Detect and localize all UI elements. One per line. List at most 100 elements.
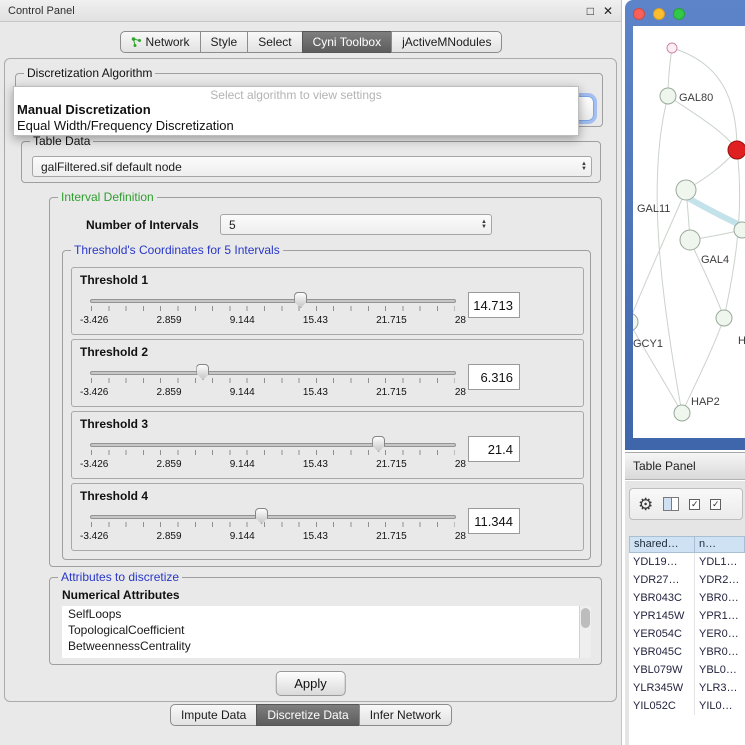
tab-cyni-toolbox[interactable]: Cyni Toolbox [302,31,392,53]
slider-track[interactable] [90,515,456,519]
group-title: Interval Definition [58,190,157,204]
node-table: shared… n… YDL19…YDL1… YDR27…YDR2… YBR04… [629,536,745,745]
network-node[interactable] [676,180,696,200]
table-row[interactable]: YBR045CYBR0… [629,643,745,661]
slider-scale: -3.4262.8599.14415.4321.71528 [80,315,466,326]
network-node-selected[interactable] [728,141,745,159]
table-data-combobox[interactable]: galFiltered.sif default node ▲▼ [32,156,592,177]
table-row[interactable]: YLR345WYLR3… [629,679,745,697]
table-row[interactable]: YPR145WYPR1… [629,607,745,625]
group-title: Attributes to discretize [58,570,182,584]
threshold-slider[interactable] [90,290,456,312]
column-header[interactable]: n… [695,536,745,553]
threshold-label: Threshold 4 [80,489,148,503]
close-icon[interactable]: ✕ [603,4,613,18]
table-header-row: shared… n… [629,536,745,553]
interval-definition-group: Interval Definition Number of Intervals … [49,197,602,567]
thresholds-group: Threshold's Coordinates for 5 Intervals … [62,250,591,560]
minimize-window-button[interactable] [653,8,665,20]
group-title: Threshold's Coordinates for 5 Intervals [71,243,283,257]
threshold-slider[interactable] [90,362,456,384]
threshold-panel: Threshold 1 -3.4262.8599.14415.4321.7152… [71,267,584,335]
slider-ticks [91,450,455,455]
slider-ticks [91,306,455,311]
network-node[interactable] [674,405,690,421]
table-row[interactable]: YBR043CYBR0… [629,589,745,607]
group-title: Table Data [30,134,93,148]
close-window-button[interactable] [633,8,645,20]
slider-scale: -3.4262.8599.14415.4321.71528 [80,459,466,470]
top-tabbar: Network Style Select Cyni Toolbox jActiv… [0,31,622,53]
attribute-list[interactable]: SelfLoops TopologicalCoefficient Between… [62,606,591,658]
gear-icon[interactable]: ⚙ [638,496,653,513]
threshold-value-field[interactable]: 21.4 [468,436,520,462]
checkbox-icon[interactable]: ✓ [710,499,721,510]
table-panel-title: Table Panel [633,459,696,473]
table-row[interactable]: YIL052CYIL0… [629,697,745,715]
scrollbar-thumb[interactable] [581,608,590,628]
combobox-value: galFiltered.sif default node [41,160,182,174]
tab-discretize-data[interactable]: Discretize Data [256,704,359,726]
threshold-slider[interactable] [90,434,456,456]
threshold-slider[interactable] [90,506,456,528]
zoom-window-button[interactable] [673,8,685,20]
tab-style[interactable]: Style [200,31,249,53]
threshold-value-field[interactable]: 6.316 [468,364,520,390]
list-item[interactable]: TopologicalCoefficient [62,622,591,638]
network-canvas[interactable]: GAL80 GAL11 GAL4 GCY1 HAP2 H [633,26,745,438]
table-row[interactable]: YDR27…YDR2… [629,571,745,589]
slider-track[interactable] [90,443,456,447]
threshold-panel: Threshold 4 -3.4262.8599.14415.4321.7152… [71,483,584,551]
num-intervals-combobox[interactable]: 5 ▲▼ [220,214,492,235]
slider-track[interactable] [90,299,456,303]
network-node[interactable] [667,43,677,53]
table-row[interactable]: YDL19…YDL1… [629,553,745,571]
dropdown-option[interactable]: Equal Width/Frequency Discretization [14,118,578,134]
tab-impute-data[interactable]: Impute Data [170,704,257,726]
tab-label: Network [146,35,190,49]
table-row[interactable]: YBL079WYBL0… [629,661,745,679]
slider-track[interactable] [90,371,456,375]
network-node[interactable] [680,230,700,250]
threshold-label: Threshold 3 [80,417,148,431]
network-node[interactable] [716,310,732,326]
stepper-icon: ▲▼ [481,220,487,230]
panel-title: Control Panel [8,5,75,17]
threshold-label: Threshold 2 [80,345,148,359]
list-item[interactable]: BetweennessCentrality [62,638,591,654]
list-item[interactable]: SelfLoops [62,606,591,622]
tab-select[interactable]: Select [247,31,302,53]
dropdown-option[interactable]: Manual Discretization [14,102,578,118]
apply-button[interactable]: Apply [275,671,346,696]
threshold-value-field[interactable]: 14.713 [468,292,520,318]
table-row[interactable]: YER054CYER0… [629,625,745,643]
tab-infer-network[interactable]: Infer Network [359,704,452,726]
dropdown-prompt: Select algorithm to view settings [14,87,578,102]
checkbox-icon[interactable]: ✓ [689,499,700,510]
stepper-icon: ▲▼ [581,162,587,172]
tab-network[interactable]: Network [120,31,201,53]
node-label: H [738,335,745,347]
group-title: Discretization Algorithm [24,66,155,80]
threshold-value-field[interactable]: 11.344 [468,508,520,534]
slider-scale: -3.4262.8599.14415.4321.71528 [80,531,466,542]
slider-ticks [91,522,455,527]
tab-jactivemnodules[interactable]: jActiveMNodules [391,31,502,53]
network-node[interactable] [660,88,676,104]
columns-icon[interactable] [663,497,679,511]
attributes-group: Attributes to discretize Numerical Attri… [49,577,602,665]
float-icon[interactable]: □ [587,4,594,18]
network-node[interactable] [734,222,745,238]
table-panel-body: ⚙ ✓ ✓ shared… n… YDL19…YDL1… YDR27…YDR2…… [625,481,745,745]
num-intervals-label: Number of Intervals [86,218,199,232]
network-node[interactable] [633,313,638,331]
table-toolbar: ⚙ ✓ ✓ [629,488,743,520]
column-header[interactable]: shared… [629,536,695,553]
numerical-attributes-heading: Numerical Attributes [62,588,180,602]
network-icon [131,37,142,48]
table-data-group: Table Data galFiltered.sif default node … [21,141,601,183]
threshold-panel: Threshold 2 -3.4262.8599.14415.4321.7152… [71,339,584,407]
scrollbar[interactable] [579,606,591,658]
screen: Control Panel □ ✕ Network Style Select C… [0,0,745,745]
control-panel-window: Control Panel □ ✕ Network Style Select C… [0,0,622,745]
